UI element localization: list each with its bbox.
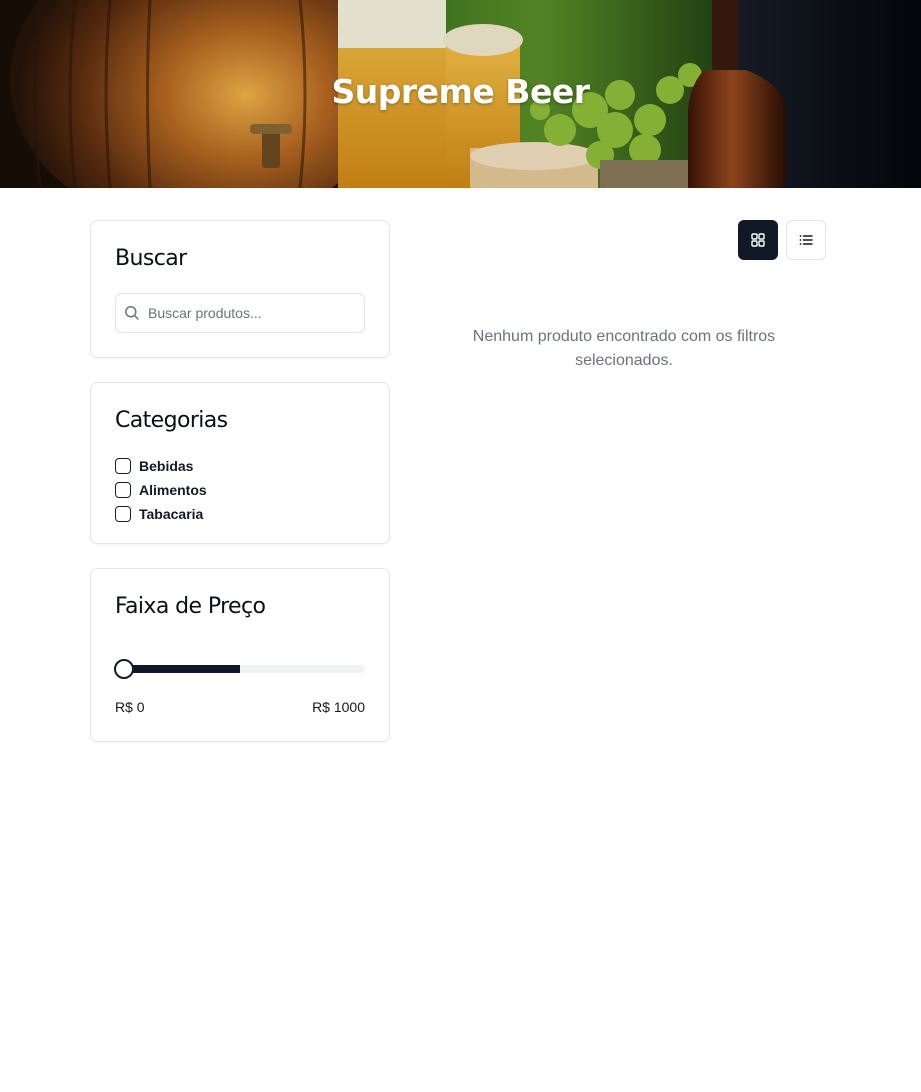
price-range-slider[interactable]	[114, 659, 365, 679]
category-item-bebidas[interactable]: Bebidas	[115, 454, 207, 478]
category-checkbox-bebidas[interactable]	[115, 458, 131, 474]
empty-results-message: Nenhum produto encontrado com os filtros…	[472, 328, 776, 369]
category-label: Tabacaria	[139, 506, 204, 522]
search-input[interactable]	[148, 294, 358, 332]
price-range-card: Faixa de Preço R$ 0 R$ 1000	[90, 568, 390, 742]
category-checkbox-alimentos[interactable]	[115, 482, 131, 498]
price-max-label: R$ 1000	[312, 699, 365, 715]
price-range-card-title: Faixa de Preço	[115, 594, 266, 619]
category-list: Bebidas Alimentos Tabacaria	[115, 454, 207, 526]
search-card: Buscar	[90, 220, 390, 358]
search-card-title: Buscar	[115, 246, 187, 271]
categories-card-title: Categorias	[115, 408, 228, 433]
price-min-label: R$ 0	[115, 699, 145, 715]
grid-view-button[interactable]	[738, 220, 778, 260]
grid-icon	[751, 233, 765, 247]
category-item-tabacaria[interactable]: Tabacaria	[115, 502, 207, 526]
list-icon	[799, 235, 813, 245]
search-field[interactable]	[115, 293, 365, 333]
hero-banner: Supreme Beer	[0, 0, 921, 188]
category-item-alimentos[interactable]: Alimentos	[115, 478, 207, 502]
category-label: Alimentos	[139, 482, 207, 498]
search-icon	[125, 306, 139, 320]
category-label: Bebidas	[139, 458, 194, 474]
list-view-button[interactable]	[786, 220, 826, 260]
page-title: Supreme Beer	[331, 72, 590, 111]
categories-card: Categorias Bebidas Alimentos Tabacaria	[90, 382, 390, 544]
price-range-min-thumb[interactable]	[114, 659, 134, 679]
category-checkbox-tabacaria[interactable]	[115, 506, 131, 522]
